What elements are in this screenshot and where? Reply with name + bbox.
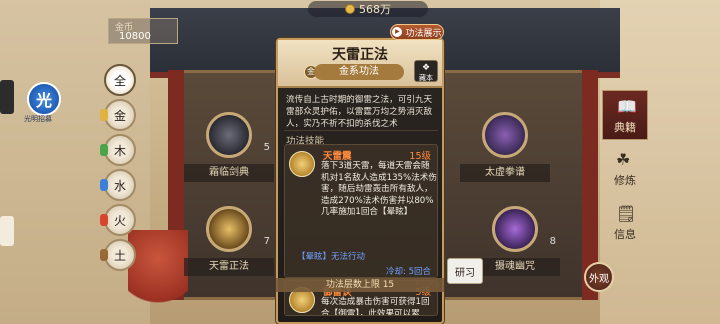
tab-cultivate[interactable]: ☘ 修炼 <box>602 144 648 194</box>
popup-category: 金系功法 <box>314 64 404 80</box>
filter-metal[interactable]: 金 <box>100 99 136 131</box>
popup-description: 流传自上古时期的御雷之法，可引九天雷部众灵护佑，以雷霆万均之势消灭敌人，实乃不祈… <box>286 95 433 129</box>
filter-wood[interactable]: 木 <box>100 134 136 166</box>
tile-count: 7 <box>263 236 270 247</box>
demo-button[interactable]: ▶ 功法展示 <box>390 24 444 40</box>
recruit-label: 光明招募 <box>24 115 52 123</box>
gold-box: 金币 10800 <box>108 18 178 44</box>
side-avatar[interactable] <box>0 80 14 114</box>
scroll-icon: ❖ <box>421 63 431 73</box>
currency-bar: 568万 <box>308 1 428 17</box>
thunder-skill-icon <box>289 151 315 177</box>
wood-dot-icon <box>100 144 108 156</box>
cooldown: 冷却: 5回合 <box>386 267 431 277</box>
skill-level: 15级 <box>409 151 431 162</box>
tab-info[interactable]: 🗒 信息 <box>602 198 648 248</box>
metal-dot-icon <box>100 109 108 121</box>
earth-dot-icon <box>100 249 108 261</box>
coin-icon <box>345 4 355 14</box>
layer-limit-bar: 功法层数上限 15 <box>276 278 444 292</box>
element-filter-list: 全 金 木 水 火 土 <box>100 64 142 274</box>
skill-tile[interactable]: 太虚拳谱 <box>460 112 550 194</box>
skill-card[interactable]: 天雷震 15级 落下3道天雷，每道天雷会随机对1名敌人造成135%法术伤害，随后… <box>284 144 438 278</box>
divider <box>284 130 438 131</box>
popup-header: 天雷正法 金 金系功法 ❖ 藏本 <box>278 40 442 88</box>
tab-classics[interactable]: 📖 典籍 <box>602 90 648 140</box>
fire-dot-icon <box>100 214 108 226</box>
filter-all[interactable]: 全 <box>104 64 136 96</box>
grade-badge: ❖ 藏本 <box>414 60 438 82</box>
tile-count: 5 <box>263 142 270 153</box>
side-avatar[interactable] <box>0 216 14 246</box>
filter-label: 火 <box>113 213 126 228</box>
research-button[interactable]: 研习 <box>447 258 483 284</box>
tile-name: 摄魂幽咒 <box>470 258 560 276</box>
appearance-button[interactable]: 外观 <box>584 262 614 292</box>
tile-name: 天雷正法 <box>184 258 274 276</box>
tab-label: 信息 <box>614 228 636 241</box>
grade-label: 藏本 <box>419 74 433 82</box>
status-tag: 【晕眩】无法行动 <box>297 252 366 262</box>
currency-value: 568万 <box>359 3 391 16</box>
tile-name: 太虚拳谱 <box>460 164 550 182</box>
tile-count: 8 <box>549 236 556 247</box>
skill-tile[interactable]: 5 霜临剑典 <box>184 112 274 194</box>
skill-orb-icon <box>206 112 252 158</box>
filter-label: 金 <box>113 108 126 123</box>
filter-earth[interactable]: 土 <box>100 239 136 271</box>
info-icon: 🗒 <box>616 204 637 223</box>
skill-tile[interactable]: 7 天雷正法 <box>184 206 274 288</box>
skill-name: 天雷震 <box>323 151 352 162</box>
gold-value: 10800 <box>119 31 151 42</box>
recruit-badge[interactable]: 光 <box>27 82 61 116</box>
filter-water[interactable]: 水 <box>100 169 136 201</box>
skill-orb-icon <box>492 206 538 252</box>
tile-name: 霜临剑典 <box>184 164 274 182</box>
play-icon: ▶ <box>392 27 403 37</box>
skill-orb-icon <box>206 206 252 252</box>
tab-label: 典籍 <box>614 121 636 134</box>
tab-label: 修炼 <box>614 174 636 187</box>
skill-orb-icon <box>482 112 528 158</box>
recruit-glyph: 光 <box>35 91 52 110</box>
water-dot-icon <box>100 179 108 191</box>
filter-label: 全 <box>113 73 126 88</box>
demo-label: 功法展示 <box>405 28 442 39</box>
meditate-icon: ☘ <box>616 150 631 169</box>
book-icon: 📖 <box>617 97 637 116</box>
skill-tile[interactable]: 8 摄魂幽咒 <box>470 206 560 288</box>
skill-text: 每次造成暴击伤害可获得1回合【御雷】，此效果可以累 <box>321 297 430 316</box>
filter-label: 土 <box>113 248 126 263</box>
filter-label: 水 <box>113 178 126 193</box>
right-tab-list: 📖 典籍 ☘ 修炼 🗒 信息 <box>602 90 652 252</box>
filter-fire[interactable]: 火 <box>100 204 136 236</box>
skill-text: 落下3道天雷，每道天雷会随机对1名敌人造成135%法术伤害，随后劫雷轰击所有敌人… <box>321 161 437 217</box>
filter-label: 木 <box>113 143 126 158</box>
